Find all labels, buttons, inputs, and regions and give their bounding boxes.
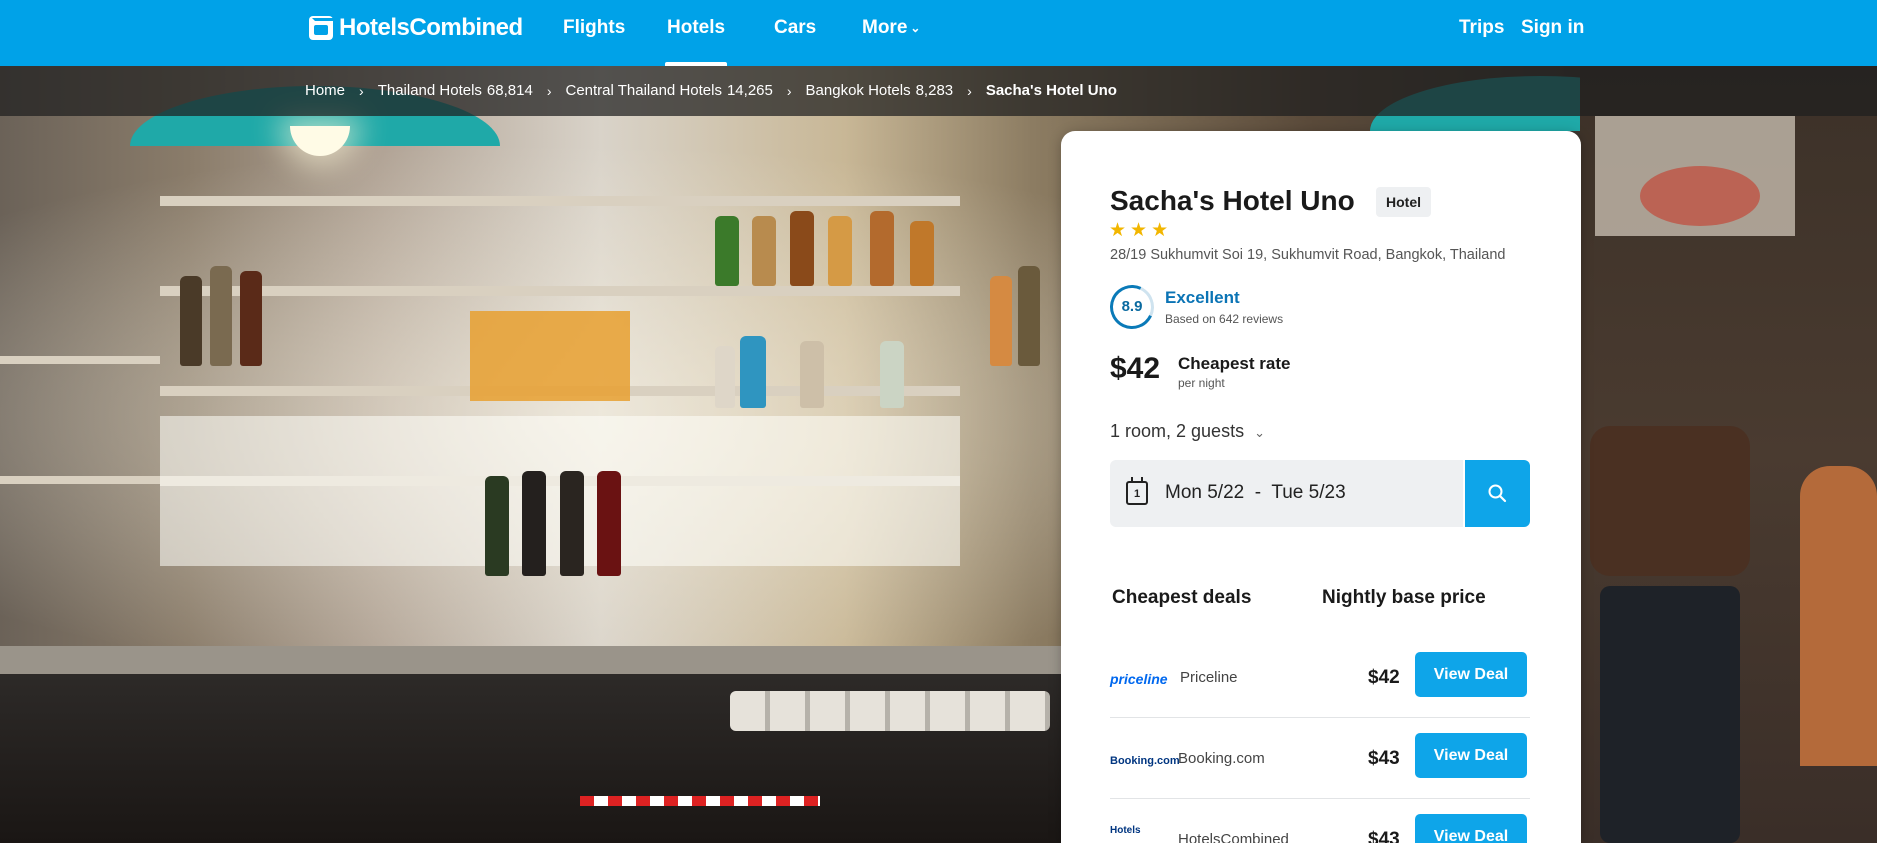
deal-row: priceline Priceline $42 View Deal — [1110, 637, 1530, 718]
guests-value: 1 room, 2 guests — [1110, 421, 1245, 441]
per-night-label: per night — [1178, 376, 1225, 390]
search-icon — [1488, 484, 1507, 503]
nav-cars[interactable]: Cars — [774, 17, 816, 39]
chevron-right-icon: › — [786, 82, 792, 99]
breadcrumb: Home › Thailand Hotels 68,814 › Central T… — [305, 82, 1117, 99]
priceline-logo: priceline — [1110, 671, 1168, 687]
deal-provider: Priceline — [1180, 669, 1238, 686]
breadcrumb-bangkok[interactable]: Bangkok Hotels 8,283 — [806, 82, 954, 99]
deal-provider: Booking.com — [1178, 750, 1265, 767]
hotel-type-badge: Hotel — [1376, 187, 1431, 217]
chevron-right-icon: › — [546, 82, 552, 99]
chevron-down-icon: ⌄ — [910, 20, 921, 35]
date-range-text: Mon 5/22 - Tue 5/23 — [1165, 482, 1346, 503]
deal-provider: HotelsCombined — [1178, 831, 1289, 843]
nav-more[interactable]: More ⌄ — [862, 17, 920, 39]
breadcrumb-bar: Home › Thailand Hotels 68,814 › Central T… — [0, 66, 1877, 116]
review-count: Based on 642 reviews — [1165, 312, 1284, 326]
hotel-photo — [0, 66, 1877, 843]
booking-logo: Booking.com — [1110, 755, 1180, 767]
view-deal-button[interactable]: View Deal — [1415, 652, 1527, 697]
chevron-right-icon: › — [359, 82, 364, 99]
breadcrumb-label: Thailand Hotels — [377, 82, 482, 99]
checkin-date: Mon 5/22 — [1165, 482, 1245, 503]
breadcrumb-thailand[interactable]: Thailand Hotels 68,814 — [378, 82, 533, 99]
chevron-down-icon: ⌄ — [1254, 425, 1265, 440]
nav-more-label: More — [862, 17, 908, 38]
breadcrumb-central-thailand[interactable]: Central Thailand Hotels 14,265 — [565, 82, 772, 99]
chevron-right-icon: › — [967, 82, 972, 99]
breadcrumb-count: 68,814 — [486, 82, 533, 99]
cheapest-price: $42 — [1110, 352, 1161, 385]
deal-row: Hotels HotelsCombined $43 View Deal — [1110, 799, 1530, 843]
logo-icon — [309, 16, 336, 40]
hotelscombined-logo[interactable]: HotelsCombined — [309, 14, 523, 42]
view-deal-button[interactable]: View Deal — [1415, 733, 1527, 778]
breadcrumb-label: Bangkok Hotels — [805, 82, 911, 99]
search-button[interactable] — [1465, 460, 1530, 527]
cheapest-deals-heading: Cheapest deals — [1112, 587, 1252, 608]
breadcrumb-label: Central Thailand Hotels — [565, 82, 722, 99]
nav-sign-in[interactable]: Sign in — [1521, 17, 1584, 39]
breadcrumb-count: 8,283 — [915, 82, 954, 99]
star-rating-icon: ★★★ — [1109, 220, 1173, 241]
deal-price: $42 — [1368, 667, 1400, 688]
cheapest-rate-label: Cheapest rate — [1178, 354, 1291, 373]
logo-text: HotelsCombined — [339, 14, 523, 41]
hotelscombined-small-logo: Hotels — [1110, 825, 1141, 836]
checkout-date: Tue 5/23 — [1271, 482, 1346, 503]
guests-selector[interactable]: 1 room, 2 guests ⌄ — [1110, 421, 1265, 442]
rating-label[interactable]: Excellent — [1165, 288, 1240, 308]
rating-score: 8.9 — [1121, 298, 1143, 315]
nav-hotels[interactable]: Hotels — [664, 17, 728, 66]
deal-row: Booking.com Booking.com $43 View Deal — [1110, 718, 1530, 799]
breadcrumb-home[interactable]: Home — [305, 82, 345, 99]
hotel-summary-card: Sacha's Hotel Uno Hotel ★★★ 28/19 Sukhum… — [1061, 131, 1581, 843]
calendar-icon: 1 — [1126, 477, 1148, 505]
date-range-picker[interactable]: 1 Mon 5/22 - Tue 5/23 — [1110, 460, 1463, 527]
breadcrumb-current: Sacha's Hotel Uno — [985, 82, 1117, 99]
deal-price: $43 — [1368, 829, 1400, 843]
view-deal-button[interactable]: View Deal — [1415, 814, 1527, 843]
hotel-address: 28/19 Sukhumvit Soi 19, Sukhumvit Road, … — [1110, 247, 1506, 263]
nav-trips[interactable]: Trips — [1459, 17, 1504, 39]
nightly-base-price-heading: Nightly base price — [1322, 587, 1486, 608]
nav-flights[interactable]: Flights — [563, 17, 625, 39]
hotel-name: Sacha's Hotel Uno — [1110, 185, 1355, 216]
top-navigation: HotelsCombined Flights Hotels Cars More ⌄… — [0, 0, 1877, 66]
breadcrumb-count: 14,265 — [726, 82, 773, 99]
deal-price: $43 — [1368, 748, 1400, 769]
